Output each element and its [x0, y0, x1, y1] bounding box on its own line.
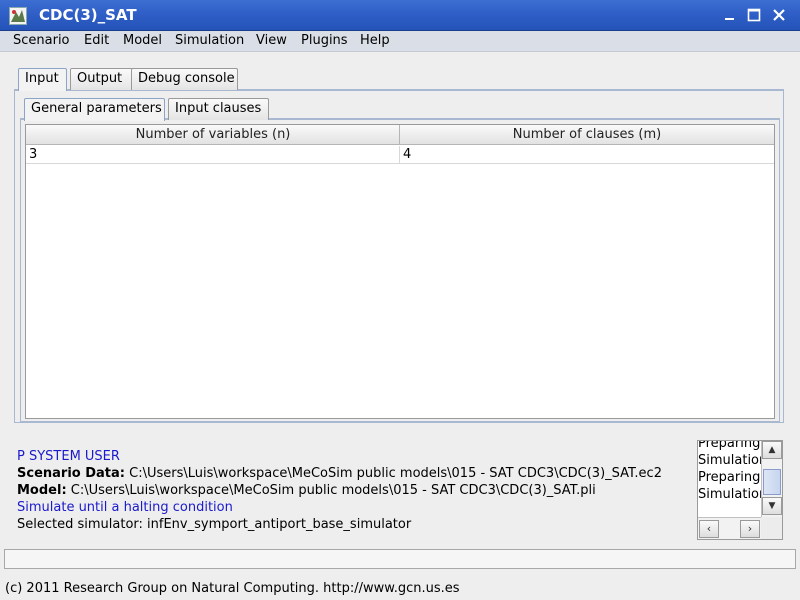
- model-line: Model: C:\Users\Luis\workspace\MeCoSim p…: [17, 482, 697, 499]
- menu-view[interactable]: View: [256, 33, 287, 48]
- maximize-icon[interactable]: [746, 7, 762, 23]
- column-header-clauses[interactable]: Number of clauses (m): [400, 125, 774, 145]
- menu-simulation[interactable]: Simulation: [175, 33, 244, 48]
- table-header: Number of variables (n) Number of clause…: [26, 125, 774, 145]
- info-panel: P SYSTEM USER Scenario Data: C:\Users\Lu…: [17, 448, 697, 533]
- table-row: 3 4: [26, 146, 774, 164]
- scroll-thumb[interactable]: [763, 469, 781, 495]
- horizontal-scrollbar[interactable]: ‹ ›: [698, 517, 762, 539]
- title-bar: CDC(3)_SAT: [0, 0, 800, 31]
- selected-simulator: Selected simulator: infEnv_symport_antip…: [17, 517, 412, 532]
- scenario-path: C:\Users\Luis\workspace\MeCoSim public m…: [129, 466, 662, 481]
- log-line: Simulation: [698, 487, 762, 502]
- menu-edit[interactable]: Edit: [84, 33, 109, 48]
- log-lines: Preparing Simulation Preparing Simulatio…: [698, 440, 762, 503]
- scenario-label: Scenario Data:: [17, 466, 125, 481]
- log-line: Simulation: [698, 453, 762, 468]
- menu-plugins[interactable]: Plugins: [301, 33, 348, 48]
- model-label: Model:: [17, 483, 67, 498]
- parameters-table: Number of variables (n) Number of clause…: [25, 124, 775, 419]
- window-title: CDC(3)_SAT: [39, 6, 137, 24]
- app-icon: [9, 7, 27, 25]
- menu-model[interactable]: Model: [123, 33, 162, 48]
- menu-scenario[interactable]: Scenario: [13, 33, 70, 48]
- scroll-corner: [761, 517, 782, 539]
- log-panel[interactable]: Preparing Simulation Preparing Simulatio…: [697, 440, 783, 540]
- tab-input[interactable]: Input: [18, 68, 67, 91]
- column-header-variables[interactable]: Number of variables (n): [26, 125, 400, 145]
- close-icon[interactable]: [771, 7, 787, 23]
- log-line: Preparing: [698, 440, 761, 451]
- tab-input-clauses[interactable]: Input clauses: [168, 98, 269, 120]
- scenario-line: Scenario Data: C:\Users\Luis\workspace\M…: [17, 465, 697, 482]
- cell-variables[interactable]: 3: [26, 146, 399, 164]
- scroll-right-icon[interactable]: ›: [740, 520, 760, 538]
- user-label: P SYSTEM USER: [17, 449, 120, 464]
- model-path: C:\Users\Luis\workspace\MeCoSim public m…: [70, 483, 596, 498]
- cell-clauses[interactable]: 4: [400, 146, 774, 164]
- scroll-left-icon[interactable]: ‹: [699, 520, 719, 538]
- log-line: Preparing: [698, 470, 761, 485]
- status-bar: (c) 2011 Research Group on Natural Compu…: [5, 581, 460, 596]
- progress-bar: [4, 549, 796, 569]
- scroll-down-icon[interactable]: ▼: [762, 497, 782, 515]
- tab-debug-console[interactable]: Debug console: [131, 68, 238, 90]
- simulation-mode: Simulate until a halting condition: [17, 500, 233, 515]
- vertical-scrollbar[interactable]: ▲ ▼: [761, 441, 782, 517]
- scroll-up-icon[interactable]: ▲: [762, 441, 782, 459]
- tab-general-parameters[interactable]: General parameters: [24, 98, 165, 121]
- menu-help[interactable]: Help: [360, 33, 390, 48]
- menu-bar: Scenario Edit Model Simulation View Plug…: [0, 31, 800, 52]
- minimize-icon[interactable]: [722, 7, 738, 23]
